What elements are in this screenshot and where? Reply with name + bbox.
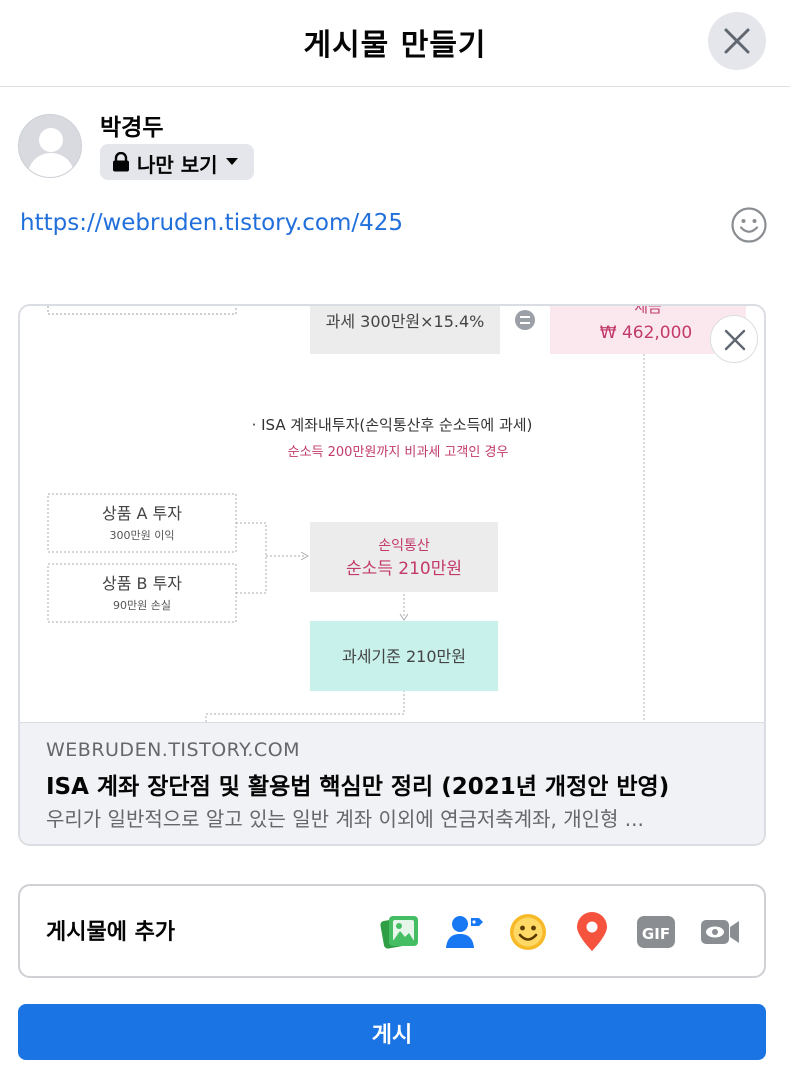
privacy-selector-button[interactable]: 나만 보기 (100, 144, 254, 180)
user-name: 박경두 (100, 115, 164, 141)
tax-amount-text: ₩ 462,000 (600, 323, 693, 343)
product-b-text: 상품 B 투자 (102, 574, 182, 593)
net-line2-text: 순소득 210만원 (346, 559, 462, 579)
gif-icon[interactable]: GIF (636, 912, 676, 952)
dialog-header: 게시물 만들기 (0, 0, 790, 87)
avatar (18, 114, 82, 178)
caret-down-icon (226, 158, 238, 165)
feeling-icon[interactable] (508, 912, 548, 952)
remove-link-preview-button[interactable] (710, 315, 758, 363)
link-preview-card: 과세 300만원×15.4% 세금 ₩ 462,000 · ISA 계좌내투자(… (18, 304, 766, 846)
check-in-icon[interactable] (572, 912, 612, 952)
photo-video-icon[interactable] (380, 912, 420, 952)
link-preview-image[interactable]: 과세 300만원×15.4% 세금 ₩ 462,000 · ISA 계좌내투자(… (20, 306, 764, 722)
net-line1-text: 손익통산 (378, 538, 430, 554)
close-icon (724, 329, 746, 351)
isa-tax-diagram: 과세 300만원×15.4% 세금 ₩ 462,000 · ISA 계좌내투자(… (47, 306, 746, 722)
tag-people-icon[interactable] (444, 912, 484, 952)
emoji-picker-button[interactable] (730, 206, 768, 244)
lock-icon (113, 152, 129, 172)
default-avatar-icon (19, 115, 81, 177)
link-title: ISA 계좌 장단점 및 활용법 핵심만 정리 (2021년 개정안 반영) (46, 774, 670, 800)
isa-heading-text: · ISA 계좌내투자(손익통산후 순소득에 과세) (252, 416, 533, 434)
dialog-title: 게시물 만들기 (303, 28, 487, 63)
product-b-sub-text: 90만원 손실 (113, 599, 171, 612)
privacy-label: 나만 보기 (137, 153, 218, 177)
link-preview-meta[interactable]: WEBRUDEN.TISTORY.COM ISA 계좌 장단점 및 활용법 핵심… (20, 722, 764, 844)
post-submit-button[interactable]: 게시 (18, 1004, 766, 1060)
product-a-text: 상품 A 투자 (102, 504, 182, 523)
post-text-input[interactable]: https://webruden.tistory.com/425 (20, 210, 403, 236)
add-to-post-label: 게시물에 추가 (46, 920, 176, 945)
tax-formula-text: 과세 300만원×15.4% (326, 312, 485, 331)
close-icon (724, 28, 750, 54)
svg-text:GIF: GIF (642, 925, 670, 943)
tax-top-text: 세금 (634, 306, 662, 316)
tax-base-text: 과세기준 210만원 (342, 647, 466, 666)
close-dialog-button[interactable] (708, 12, 766, 70)
smiley-icon (731, 207, 767, 243)
link-domain: WEBRUDEN.TISTORY.COM (46, 739, 301, 761)
add-to-post-bar: 게시물에 추가 GIF (18, 884, 766, 978)
live-video-icon[interactable] (700, 912, 740, 952)
link-description: 우리가 일반적으로 알고 있는 일반 계좌 이외에 연금저축계좌, 개인형 ..… (46, 807, 644, 831)
isa-sub-text: 순소득 200만원까지 비과세 고객인 경우 (288, 445, 509, 460)
post-submit-label: 게시 (371, 1023, 413, 1048)
product-a-sub-text: 300만원 이익 (110, 529, 175, 542)
